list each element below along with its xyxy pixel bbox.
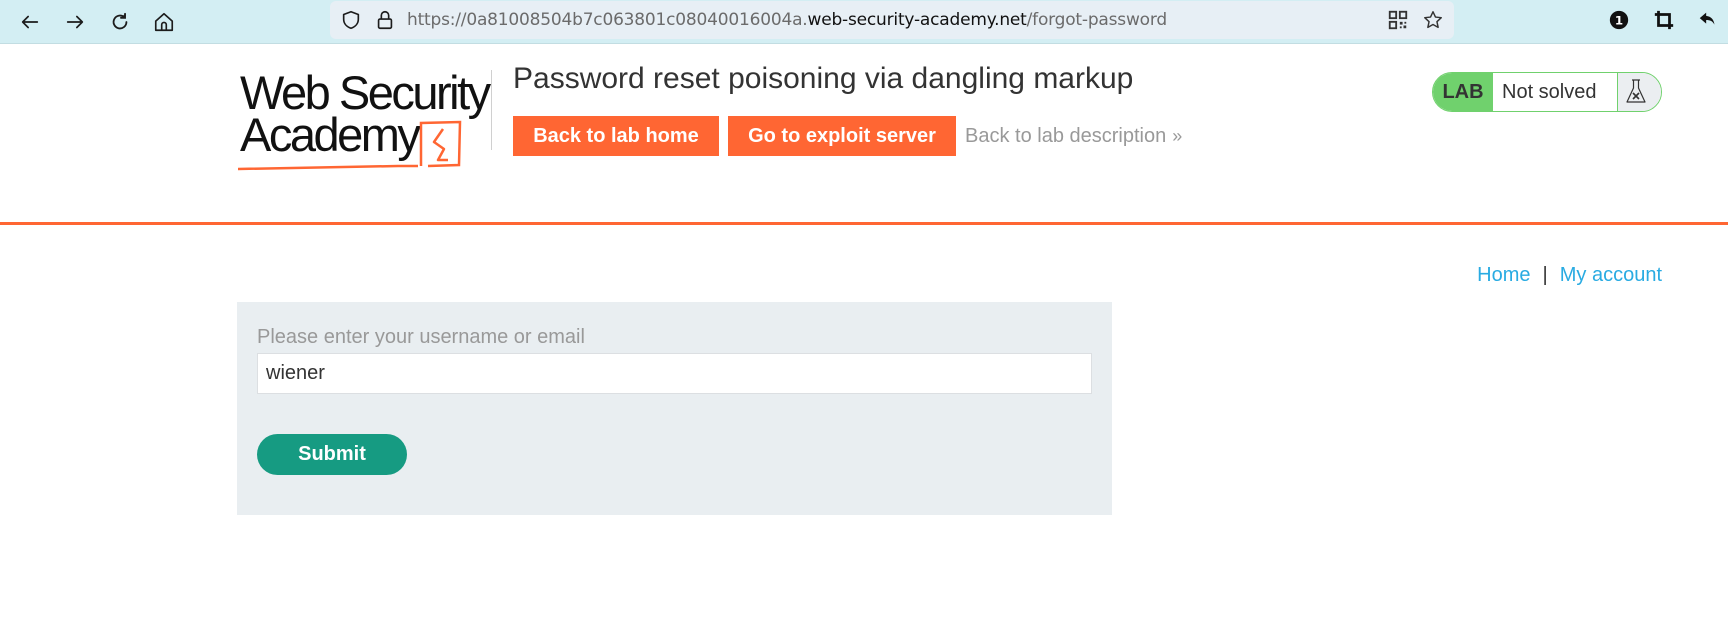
url-host: web-security-academy.net [807, 10, 1027, 30]
go-to-exploit-server-button[interactable]: Go to exploit server [728, 116, 956, 156]
lab-status-widget: LAB Not solved [1432, 72, 1662, 112]
back-button[interactable] [14, 6, 46, 38]
arrow-left-icon [21, 15, 39, 29]
star-icon[interactable] [1422, 9, 1444, 31]
flask-icon [1625, 79, 1646, 103]
arrow-right-icon [66, 15, 84, 29]
back-to-lab-description-link[interactable]: Back to lab description» [965, 125, 1182, 148]
forgot-password-form: Please enter your username or email Subm… [237, 302, 1112, 515]
lab-title: Password reset poisoning via dangling ma… [513, 62, 1134, 95]
shield-icon[interactable] [340, 9, 362, 31]
undo-icon[interactable] [1695, 7, 1721, 33]
qr-code-icon[interactable] [1387, 9, 1409, 31]
logo-lightning-icon [238, 120, 462, 171]
lab-status-text: Not solved [1493, 73, 1618, 111]
account-nav: Home | My account [1477, 264, 1662, 287]
lab-flask-icon-container [1618, 73, 1661, 111]
back-to-lab-home-button[interactable]: Back to lab home [513, 116, 719, 156]
username-label: Please enter your username or email [257, 326, 585, 348]
browser-toolbar: https://0a81008504b7c063801c08040016004a… [0, 0, 1728, 44]
home-button[interactable] [148, 6, 180, 38]
back-to-lab-description-label: Back to lab description [965, 125, 1167, 147]
extension-badge-icon[interactable]: 1 [1606, 7, 1632, 33]
lab-badge: LAB [1433, 73, 1493, 111]
home-link[interactable]: Home [1477, 264, 1530, 286]
nav-separator: | [1542, 264, 1548, 286]
reload-button[interactable] [104, 6, 136, 38]
url-text[interactable]: https://0a81008504b7c063801c08040016004a… [407, 10, 1167, 30]
reload-icon [112, 12, 128, 30]
extension-badge-count: 1 [1615, 14, 1623, 28]
header-separator [0, 222, 1728, 225]
lock-icon[interactable] [374, 9, 396, 31]
double-chevron-right-icon: » [1172, 126, 1182, 146]
url-path: /forgot-password [1026, 10, 1168, 30]
my-account-link[interactable]: My account [1560, 264, 1662, 286]
url-prefix: https://0a81008504b7c063801c08040016004a… [407, 10, 808, 30]
header-divider [491, 70, 492, 150]
username-input[interactable] [257, 353, 1092, 394]
address-bar[interactable]: https://0a81008504b7c063801c08040016004a… [330, 1, 1454, 39]
submit-button[interactable]: Submit [257, 434, 407, 475]
forward-button[interactable] [59, 6, 91, 38]
home-icon [154, 12, 174, 32]
web-security-academy-logo[interactable]: Web Security Academy [238, 68, 494, 171]
crop-icon[interactable] [1651, 7, 1677, 33]
